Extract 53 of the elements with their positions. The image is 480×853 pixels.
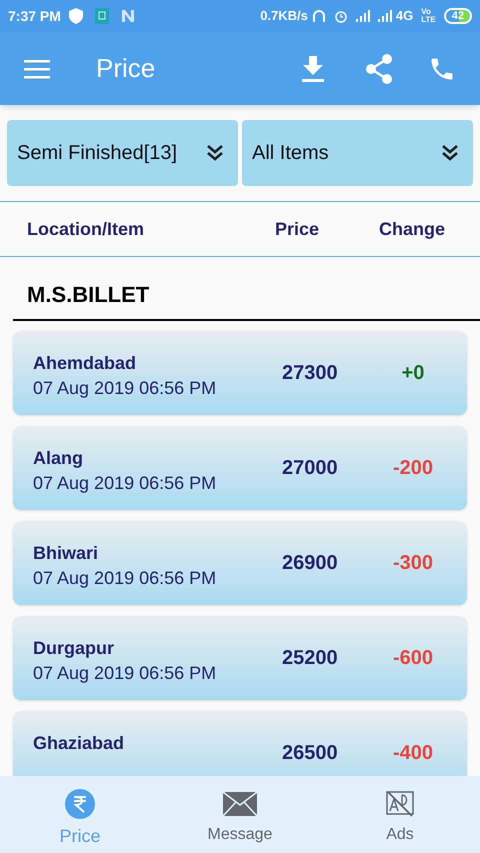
change-value: -300: [392, 551, 434, 576]
n-icon: [120, 9, 135, 23]
date-time: 07 Aug 2019 06:56 PM: [33, 567, 218, 590]
download-icon[interactable]: [302, 56, 324, 82]
price-card[interactable]: Ghaziabad 26500 -400: [13, 711, 467, 776]
location-name: Alang: [33, 447, 84, 469]
shield-icon: [68, 8, 83, 24]
ad-blocked-icon: [386, 791, 414, 817]
price-card[interactable]: Durgapur 07 Aug 2019 06:56 PM 25200 -600: [13, 616, 467, 700]
price-value: 27300: [281, 361, 339, 386]
price-value: 26900: [281, 551, 339, 576]
share-icon[interactable]: [366, 54, 392, 84]
app-title: Price: [96, 52, 156, 85]
price-value: 26500: [281, 741, 339, 766]
signal-icon: [356, 10, 370, 22]
change-value: +0: [400, 361, 426, 386]
column-header: Price: [275, 218, 320, 240]
group-heading: M.S.BILLET: [27, 281, 150, 309]
dropdown[interactable]: All Items: [242, 120, 473, 186]
price-card[interactable]: Alang 07 Aug 2019 06:56 PM 27000 -200: [13, 426, 467, 510]
double-chevron-icon: [206, 144, 224, 162]
nav-tab[interactable]: Message: [160, 776, 320, 853]
price-value: 27000: [281, 456, 339, 481]
location-name: Ghaziabad: [33, 732, 126, 754]
network-type: 4G: [396, 7, 414, 26]
location-name: Ahemdabad: [33, 352, 138, 374]
date-time: 07 Aug 2019 06:56 PM: [33, 377, 218, 400]
change-value: -200: [392, 456, 434, 481]
headphones-icon: [312, 9, 326, 23]
price-card[interactable]: Ahemdabad 07 Aug 2019 06:56 PM 27300 +0: [13, 331, 467, 415]
volte-label: LTE: [421, 16, 436, 24]
location-name: Bhiwari: [33, 542, 100, 564]
status-time: 7:37 PM: [8, 6, 61, 26]
signal-icon: [378, 10, 392, 22]
double-chevron-icon: [441, 144, 459, 162]
change-value: -600: [392, 646, 434, 671]
nav-tab[interactable]: Ads: [320, 776, 480, 853]
price-card[interactable]: Bhiwari 07 Aug 2019 06:56 PM 26900 -300: [13, 521, 467, 605]
network-speed: 0.7KB/s: [260, 7, 308, 26]
envelope-icon: [223, 792, 257, 816]
date-time: 07 Aug 2019 06:56 PM: [33, 662, 218, 685]
sim-icon: [94, 8, 109, 24]
dropdown[interactable]: Semi Finished[13]: [7, 120, 238, 186]
column-header: Location/Item: [27, 218, 146, 240]
alarm-icon: [334, 9, 348, 23]
change-value: -400: [392, 741, 434, 766]
column-header: Change: [379, 218, 446, 241]
rupee-icon: [64, 788, 96, 820]
volte-label: Vo: [421, 8, 432, 16]
price-value: 25200: [281, 646, 339, 671]
menu-icon[interactable]: [24, 58, 50, 78]
location-name: Durgapur: [33, 637, 115, 659]
date-time: 07 Aug 2019 06:56 PM: [33, 472, 218, 495]
